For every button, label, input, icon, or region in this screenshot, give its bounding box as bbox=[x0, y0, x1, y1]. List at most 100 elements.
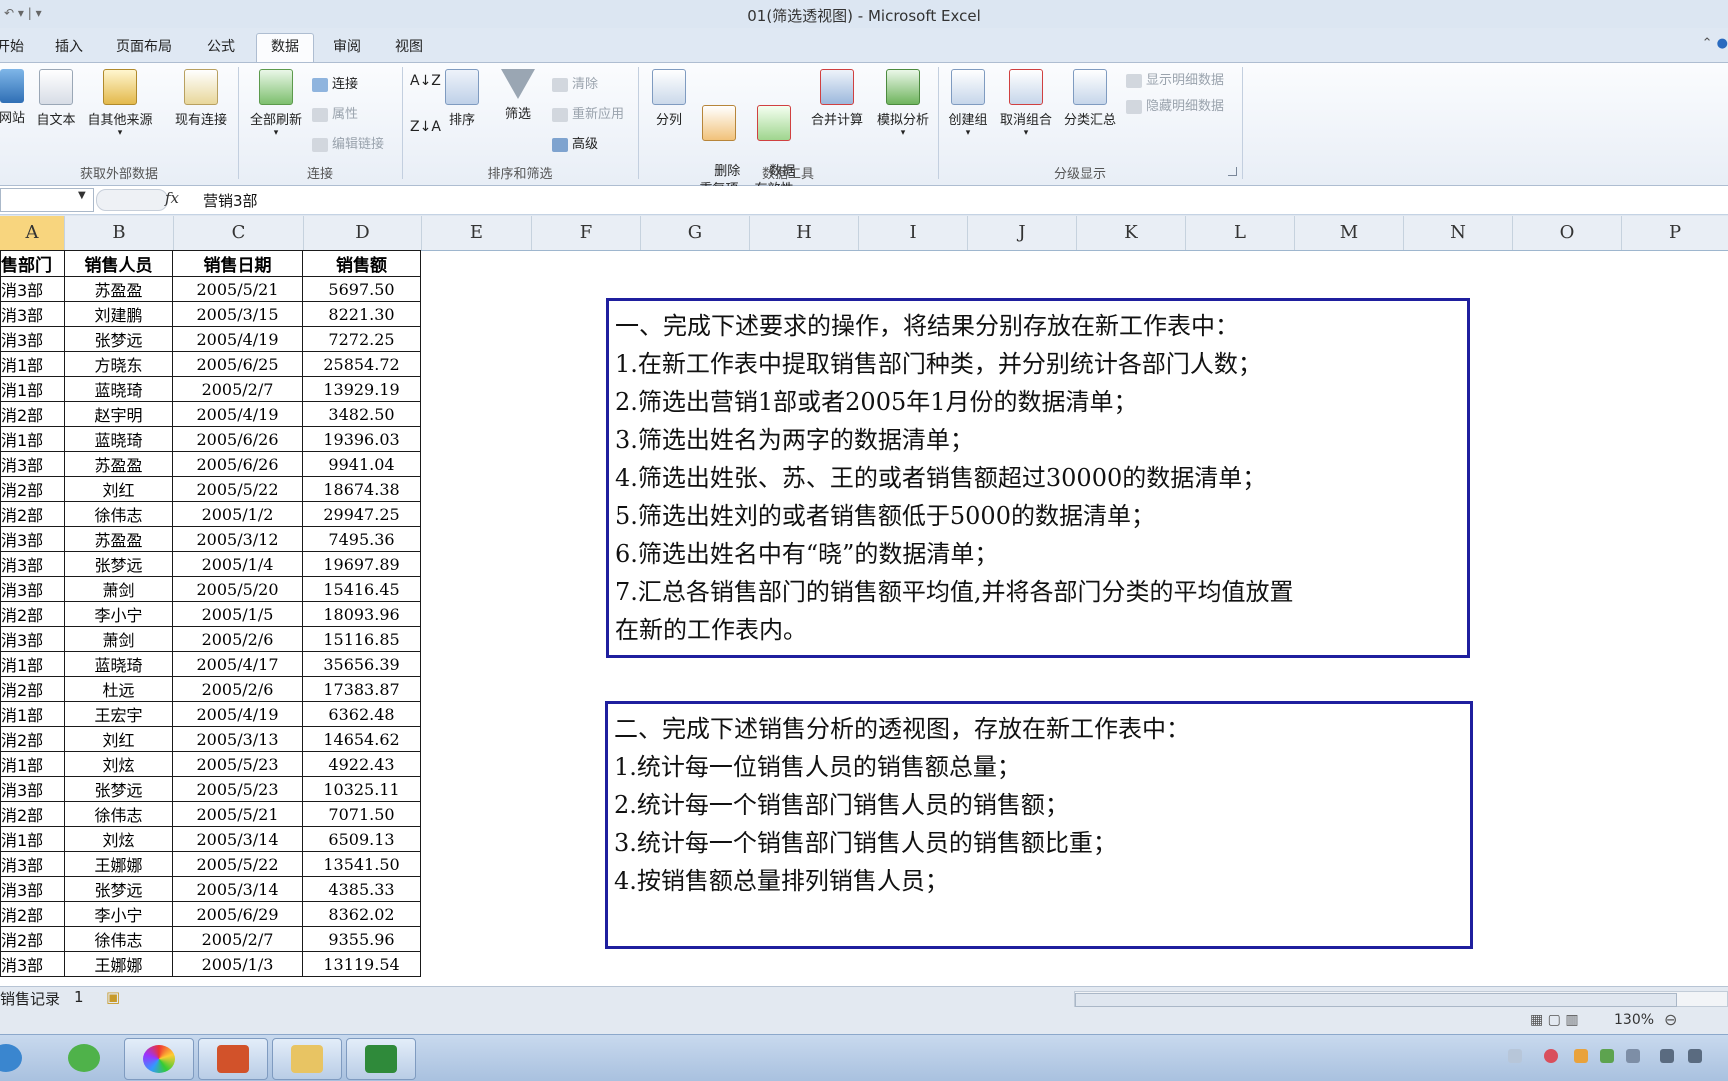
amount-cell[interactable]: 18674.38 bbox=[302, 476, 421, 502]
amount-cell[interactable]: 19697.89 bbox=[302, 551, 421, 577]
date-cell[interactable]: 2005/5/23 bbox=[172, 751, 303, 777]
taskbar-app-powerpoint[interactable] bbox=[198, 1038, 268, 1080]
header-cell[interactable]: 销售人员 bbox=[64, 250, 173, 277]
amount-cell[interactable]: 6509.13 bbox=[302, 826, 421, 852]
column-header[interactable]: L bbox=[1186, 216, 1295, 250]
ungroup-button[interactable]: 取消组合 ▾ bbox=[996, 69, 1056, 138]
date-cell[interactable]: 2005/4/17 bbox=[172, 651, 303, 677]
amount-cell[interactable]: 25854.72 bbox=[302, 351, 421, 377]
date-cell[interactable]: 2005/2/7 bbox=[172, 376, 303, 402]
column-header[interactable]: B bbox=[65, 216, 174, 250]
requirements-textbox-2[interactable]: 二、完成下述销售分析的透视图，存放在新工作表中： 1.统计每一位销售人员的销售额总… bbox=[605, 701, 1473, 949]
amount-cell[interactable]: 15416.45 bbox=[302, 576, 421, 602]
date-cell[interactable]: 2005/6/25 bbox=[172, 351, 303, 377]
column-header[interactable]: E bbox=[422, 216, 532, 250]
header-cell[interactable]: 售部门 bbox=[0, 250, 65, 277]
date-cell[interactable]: 2005/2/7 bbox=[172, 926, 303, 952]
salesperson-cell[interactable]: 蓝晓琦 bbox=[64, 651, 173, 677]
amount-cell[interactable]: 4385.33 bbox=[302, 876, 421, 902]
salesperson-cell[interactable]: 刘炫 bbox=[64, 751, 173, 777]
tab-page-layout[interactable]: 页面布局 bbox=[108, 34, 180, 60]
dept-cell[interactable]: 消3部 bbox=[0, 951, 65, 977]
sort-descending-button[interactable]: Z↓A bbox=[410, 119, 441, 135]
sort-ascending-button[interactable]: A↓Z bbox=[410, 73, 441, 89]
column-header[interactable]: D bbox=[304, 216, 422, 250]
date-cell[interactable]: 2005/5/22 bbox=[172, 476, 303, 502]
date-cell[interactable]: 2005/1/4 bbox=[172, 551, 303, 577]
amount-cell[interactable]: 6362.48 bbox=[302, 701, 421, 727]
salesperson-cell[interactable]: 杜远 bbox=[64, 676, 173, 702]
dept-cell[interactable]: 消2部 bbox=[0, 601, 65, 627]
horizontal-scrollbar[interactable] bbox=[1074, 991, 1728, 1007]
amount-cell[interactable]: 18093.96 bbox=[302, 601, 421, 627]
date-cell[interactable]: 2005/5/22 bbox=[172, 851, 303, 877]
salesperson-cell[interactable]: 萧剑 bbox=[64, 626, 173, 652]
date-cell[interactable]: 2005/2/6 bbox=[172, 626, 303, 652]
date-cell[interactable]: 2005/3/12 bbox=[172, 526, 303, 552]
salesperson-cell[interactable]: 张梦远 bbox=[64, 551, 173, 577]
refresh-all-button[interactable]: 全部刷新 ▾ bbox=[244, 69, 308, 138]
zoom-out-icon[interactable]: ⊖ bbox=[1664, 1010, 1677, 1029]
date-cell[interactable]: 2005/5/21 bbox=[172, 801, 303, 827]
sheet-tab-1[interactable]: 1 bbox=[74, 988, 84, 1006]
salesperson-cell[interactable]: 刘红 bbox=[64, 726, 173, 752]
dept-cell[interactable]: 消3部 bbox=[0, 451, 65, 477]
date-cell[interactable]: 2005/5/23 bbox=[172, 776, 303, 802]
salesperson-cell[interactable]: 刘建鹏 bbox=[64, 301, 173, 327]
date-cell[interactable]: 2005/1/5 bbox=[172, 601, 303, 627]
show-detail-button[interactable]: 显示明细数据 bbox=[1126, 69, 1224, 88]
dept-cell[interactable]: 消3部 bbox=[0, 276, 65, 302]
sort-button[interactable]: 排序 bbox=[440, 69, 484, 128]
tray-app-icon[interactable] bbox=[1544, 1049, 1558, 1063]
dept-cell[interactable]: 消2部 bbox=[0, 726, 65, 752]
date-cell[interactable]: 2005/6/26 bbox=[172, 451, 303, 477]
tray-app-icon[interactable] bbox=[1600, 1049, 1614, 1063]
salesperson-cell[interactable]: 李小宁 bbox=[64, 601, 173, 627]
formula-input[interactable]: 营销3部 bbox=[203, 190, 258, 211]
amount-cell[interactable]: 9355.96 bbox=[302, 926, 421, 952]
tab-review[interactable]: 审阅 bbox=[326, 34, 368, 60]
edit-links-button[interactable]: 编辑链接 bbox=[312, 133, 384, 152]
dept-cell[interactable]: 消3部 bbox=[0, 551, 65, 577]
amount-cell[interactable]: 14654.62 bbox=[302, 726, 421, 752]
salesperson-cell[interactable]: 张梦远 bbox=[64, 876, 173, 902]
from-web-button[interactable]: 网站 bbox=[0, 69, 32, 126]
date-cell[interactable]: 2005/2/6 bbox=[172, 676, 303, 702]
tray-app-icon[interactable] bbox=[1626, 1049, 1640, 1063]
dept-cell[interactable]: 消1部 bbox=[0, 826, 65, 852]
tab-view[interactable]: 视图 bbox=[388, 34, 430, 60]
salesperson-cell[interactable]: 刘红 bbox=[64, 476, 173, 502]
date-cell[interactable]: 2005/6/26 bbox=[172, 426, 303, 452]
salesperson-cell[interactable]: 徐伟志 bbox=[64, 501, 173, 527]
amount-cell[interactable]: 15116.85 bbox=[302, 626, 421, 652]
dept-cell[interactable]: 消3部 bbox=[0, 326, 65, 352]
group-button[interactable]: 创建组 ▾ bbox=[944, 69, 992, 138]
salesperson-cell[interactable]: 徐伟志 bbox=[64, 926, 173, 952]
date-cell[interactable]: 2005/3/13 bbox=[172, 726, 303, 752]
insert-worksheet-icon[interactable]: ▣ bbox=[106, 988, 120, 1006]
header-cell[interactable]: 销售日期 bbox=[172, 250, 303, 277]
taskbar-app-explorer[interactable] bbox=[272, 1038, 342, 1080]
dept-cell[interactable]: 消3部 bbox=[0, 776, 65, 802]
date-cell[interactable]: 2005/3/14 bbox=[172, 826, 303, 852]
ribbon-minimize-icon[interactable]: ⌃ ● bbox=[1702, 36, 1728, 51]
column-header[interactable]: M bbox=[1295, 216, 1404, 250]
amount-cell[interactable]: 7495.36 bbox=[302, 526, 421, 552]
salesperson-cell[interactable]: 方晓东 bbox=[64, 351, 173, 377]
dept-cell[interactable]: 消3部 bbox=[0, 301, 65, 327]
amount-cell[interactable]: 13119.54 bbox=[302, 951, 421, 977]
dept-cell[interactable]: 消2部 bbox=[0, 901, 65, 927]
salesperson-cell[interactable]: 刘炫 bbox=[64, 826, 173, 852]
date-cell[interactable]: 2005/5/21 bbox=[172, 276, 303, 302]
dept-cell[interactable]: 消1部 bbox=[0, 426, 65, 452]
amount-cell[interactable]: 19396.03 bbox=[302, 426, 421, 452]
dept-cell[interactable]: 消1部 bbox=[0, 651, 65, 677]
start-button[interactable] bbox=[0, 1038, 38, 1078]
requirements-textbox-1[interactable]: 一、完成下述要求的操作，将结果分别存放在新工作表中： 1.在新工作表中提取销售部门… bbox=[606, 298, 1470, 658]
taskbar-app-excel[interactable] bbox=[346, 1038, 416, 1080]
from-other-sources-button[interactable]: 自其他来源 ▾ bbox=[84, 69, 156, 138]
salesperson-cell[interactable]: 苏盈盈 bbox=[64, 276, 173, 302]
column-header[interactable]: P bbox=[1622, 216, 1728, 250]
tab-home[interactable]: 开始 bbox=[0, 34, 30, 60]
amount-cell[interactable]: 35656.39 bbox=[302, 651, 421, 677]
